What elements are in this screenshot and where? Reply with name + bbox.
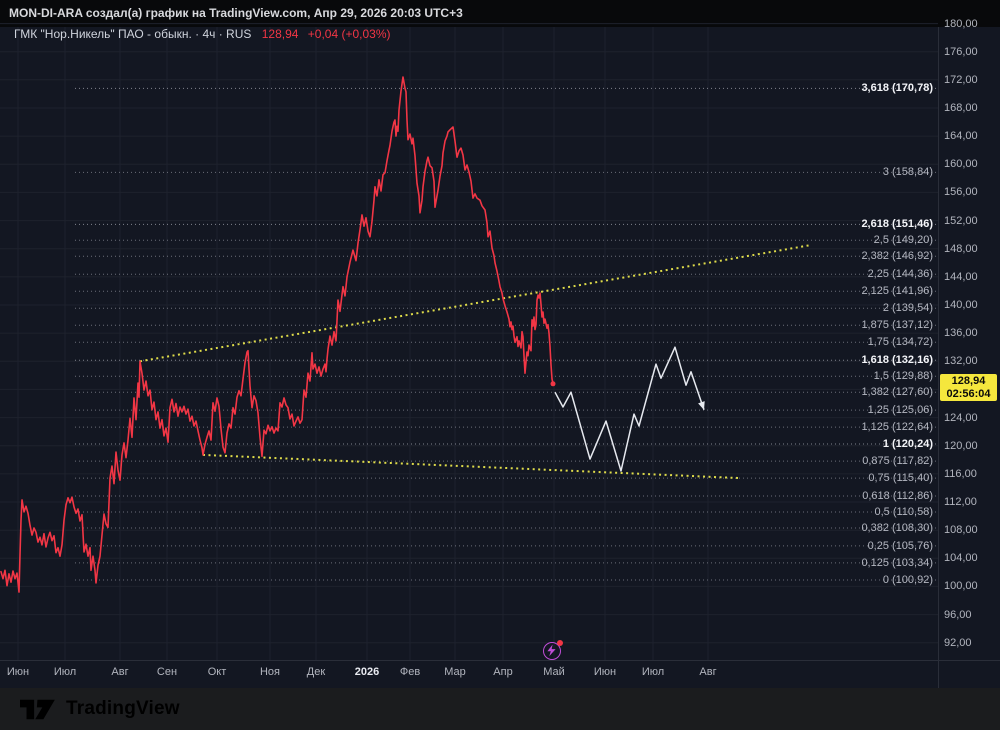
- month-label: Ноя: [259, 666, 281, 678]
- projection-arrowhead: [698, 401, 705, 410]
- price-tick-label: 152,00: [944, 214, 978, 227]
- fib-level-label: 1,25 (125,06): [867, 404, 933, 417]
- price-tick-label: 96,00: [944, 608, 972, 621]
- event-marker[interactable]: [543, 640, 563, 660]
- month-label: Сен: [156, 666, 178, 678]
- price-tick-label: 120,00: [944, 439, 978, 452]
- price-tick-label: 124,00: [944, 411, 978, 424]
- fib-level-label: 2,25 (144,36): [867, 268, 933, 281]
- price-tick-label: 108,00: [944, 524, 978, 537]
- month-label: Авг: [699, 666, 717, 678]
- price-tick-label: 176,00: [944, 45, 978, 58]
- fib-level-label: 3 (158,84): [882, 166, 933, 179]
- price-tick-label: 164,00: [944, 130, 978, 143]
- legend-change: +0,04 (+0,03%): [307, 27, 391, 41]
- fib-level-label: 1,125 (122,64): [861, 421, 933, 434]
- chart-surface[interactable]: [0, 0, 938, 688]
- fib-level-label: 1 (120,24): [882, 438, 933, 451]
- footer-bar: TradingView: [0, 688, 1000, 730]
- legend-last-price: 128,94: [261, 27, 299, 41]
- month-label: Апр: [493, 666, 513, 678]
- price-tick-label: 160,00: [944, 158, 978, 171]
- price-tick-label: 112,00: [944, 496, 977, 508]
- price-tick-label: 116,00: [944, 467, 977, 480]
- price-tick-label: 132,00: [944, 355, 978, 368]
- month-label: Окт: [207, 666, 227, 678]
- month-label: Авг: [111, 666, 129, 678]
- fib-level-label: 1,618 (132,16): [861, 354, 933, 367]
- symbol-title: ГМК "Нор.Никель" ПАО - обыкн. · 4ч · RUS: [14, 27, 252, 41]
- fib-level-label: 1,382 (127,60): [861, 386, 933, 399]
- badge-price: 128,94: [951, 375, 986, 387]
- month-label: Июл: [641, 666, 665, 678]
- tradingview-wordmark[interactable]: TradingView: [66, 698, 180, 720]
- last-price-badge: 128,94 02:56:04: [940, 374, 997, 401]
- price-tick-label: 148,00: [944, 242, 978, 255]
- tradingview-logo[interactable]: [20, 699, 57, 720]
- fib-level-label: 3,618 (170,78): [861, 82, 933, 95]
- fib-level-label: 2,618 (151,46): [861, 218, 933, 231]
- price-line-series[interactable]: [0, 76, 554, 593]
- month-label: Дек: [306, 666, 326, 678]
- notification-dot: [557, 640, 563, 646]
- fib-level-label: 2,5 (149,20): [873, 234, 933, 247]
- fib-level-label: 1,5 (129,88): [873, 370, 933, 383]
- price-tick-label: 136,00: [944, 327, 978, 340]
- trendline-upper-yellow[interactable]: [139, 244, 811, 363]
- month-label: Июл: [53, 666, 77, 678]
- badge-countdown: 02:56:04: [946, 388, 991, 400]
- month-label: Июн: [593, 666, 617, 678]
- fib-level-label: 2 (139,54): [882, 302, 933, 315]
- fib-level-label: 0,382 (108,30): [861, 522, 933, 535]
- month-label: Мар: [444, 666, 466, 678]
- fib-level-label: 0,75 (115,40): [868, 472, 933, 485]
- projection-line[interactable]: [554, 346, 705, 472]
- price-tick-label: 104,00: [944, 552, 978, 565]
- fib-level-label: 0,125 (103,34): [861, 556, 933, 569]
- price-tick-label: 144,00: [944, 270, 978, 283]
- month-label: Июн: [6, 666, 30, 678]
- fib-level-label: 0,25 (105,76): [867, 539, 933, 552]
- fib-level-label: 0,618 (112,86): [862, 489, 933, 502]
- fib-level-label: 2,382 (146,92): [861, 250, 933, 263]
- month-label: Май: [543, 666, 565, 678]
- price-tick-label: 156,00: [944, 186, 978, 199]
- price-tick-label: 168,00: [944, 101, 978, 114]
- fib-level-label: 0,5 (110,58): [874, 505, 933, 518]
- fib-level-label: 1,75 (134,72): [867, 336, 933, 349]
- price-tick-label: 180,00: [944, 17, 978, 30]
- price-tick-label: 92,00: [944, 636, 972, 649]
- fib-level-label: 1,875 (137,12): [861, 319, 933, 332]
- fib-level-label: 2,125 (141,96): [861, 285, 933, 298]
- trendline-lower-yellow[interactable]: [202, 453, 741, 480]
- lightning-icon: [547, 644, 556, 657]
- tradingview-snapshot: MON-DI-ARA создал(а) график на TradingVi…: [0, 0, 1000, 730]
- symbol-legend[interactable]: ГМК "Нор.Никель" ПАО - обыкн. · 4ч · RUS…: [14, 28, 391, 40]
- fib-level-label: 0,875 (117,82): [862, 455, 933, 468]
- last-price-dot: [550, 381, 556, 387]
- fib-level-label: 0 (100,92): [882, 573, 933, 586]
- price-tick-label: 140,00: [944, 299, 978, 311]
- month-label: 2026: [354, 666, 380, 678]
- price-tick-label: 100,00: [944, 580, 978, 593]
- price-tick-label: 172,00: [944, 73, 978, 86]
- month-label: Фев: [399, 666, 421, 678]
